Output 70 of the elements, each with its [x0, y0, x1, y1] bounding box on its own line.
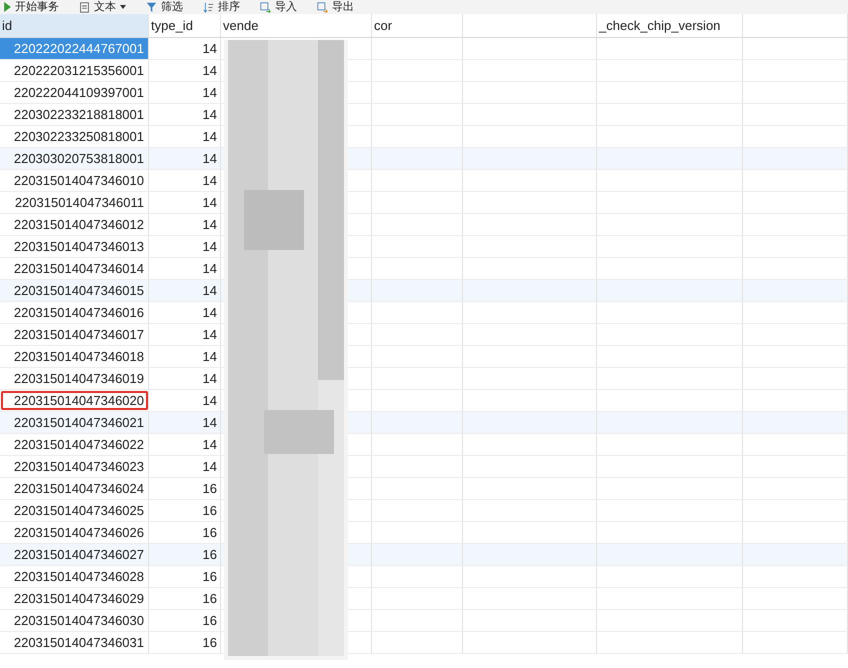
table-cell: 14 [149, 104, 221, 125]
table-cell[interactable]: 220315014047346022 [0, 434, 149, 455]
column-header[interactable]: id [0, 14, 149, 37]
toolbar-button[interactable]: 文本 [79, 0, 126, 14]
toolbar-button[interactable]: 导出 [317, 0, 354, 14]
table-cell: 16 [149, 500, 221, 521]
table-cell: 14 [149, 324, 221, 345]
table-cell: 16 [149, 610, 221, 631]
table-cell: 14 [149, 412, 221, 433]
table-cell: 14 [149, 280, 221, 301]
table-cell: 16 [149, 632, 221, 653]
table-cell[interactable]: 220222031215356001 [0, 60, 149, 81]
table-cell[interactable]: 220315014047346031 [0, 632, 149, 653]
table-cell: 14 [149, 236, 221, 257]
table-cell[interactable]: 220315014047346017 [0, 324, 149, 345]
table-cell[interactable]: 220315014047346027 [0, 544, 149, 565]
column-header[interactable]: cor [372, 14, 463, 37]
toolbar-button[interactable]: 导入 [260, 0, 297, 14]
table-cell[interactable]: 220315014047346012 [0, 214, 149, 235]
table-cell: 14 [149, 148, 221, 169]
table-cell[interactable]: 220302233250818001 [0, 126, 149, 147]
table-cell: 14 [149, 214, 221, 235]
table-cell: 14 [149, 82, 221, 103]
table-cell: 14 [149, 258, 221, 279]
play-icon [4, 2, 11, 12]
table-cell[interactable]: 220315014047346028 [0, 566, 149, 587]
table-cell: 14 [149, 38, 221, 59]
sort-icon [203, 2, 214, 12]
table-cell: 14 [149, 126, 221, 147]
table-cell: 14 [149, 434, 221, 455]
table-cell[interactable]: 220315014047346011 [0, 192, 149, 213]
table-cell: 16 [149, 566, 221, 587]
table-cell[interactable]: 220315014047346010 [0, 170, 149, 191]
column-header[interactable]: type_id [149, 14, 221, 37]
table-cell[interactable]: 220315014047346024 [0, 478, 149, 499]
table-cell: 14 [149, 368, 221, 389]
table-cell[interactable]: 220222044109397001 [0, 82, 149, 103]
table-cell[interactable]: 220315014047346013 [0, 236, 149, 257]
table-cell[interactable]: 220315014047346023 [0, 456, 149, 477]
table-cell: 14 [149, 390, 221, 411]
filter-icon [146, 2, 157, 12]
table-cell: 14 [149, 456, 221, 477]
table-cell: 16 [149, 544, 221, 565]
table-cell[interactable]: 220315014047346021 [0, 412, 149, 433]
toolbar-button[interactable]: 开始事务 [4, 0, 59, 14]
table-cell[interactable]: 220315014047346014 [0, 258, 149, 279]
toolbar-button[interactable]: 筛选 [146, 0, 183, 14]
document-icon [79, 2, 90, 12]
table-cell[interactable]: 220315014047346025 [0, 500, 149, 521]
table-cell[interactable]: 220315014047346030 [0, 610, 149, 631]
table-cell: 14 [149, 346, 221, 367]
table-cell[interactable]: 220302233218818001 [0, 104, 149, 125]
table-cell[interactable]: 220315014047346029 [0, 588, 149, 609]
table-cell: 14 [149, 302, 221, 323]
table-cell: 16 [149, 522, 221, 543]
table-cell: 16 [149, 588, 221, 609]
table-cell[interactable]: 220315014047346018 [0, 346, 149, 367]
table-cell: 14 [149, 60, 221, 81]
table-cell: 14 [149, 170, 221, 191]
table-cell[interactable]: 220315014047346016 [0, 302, 149, 323]
column-header[interactable]: _check_chip_version [597, 14, 743, 37]
table-cell[interactable]: 220303020753818001 [0, 148, 149, 169]
toolbar-button[interactable]: 排序 [203, 0, 240, 14]
table-cell: 14 [149, 192, 221, 213]
table-cell[interactable]: 220315014047346015 [0, 280, 149, 301]
table-cell[interactable]: 220315014047346019 [0, 368, 149, 389]
table-cell: 16 [149, 478, 221, 499]
table-cell[interactable]: 220315014047346026 [0, 522, 149, 543]
table-cell[interactable]: 220315014047346020 [0, 390, 149, 411]
column-header[interactable]: vende [221, 14, 372, 37]
